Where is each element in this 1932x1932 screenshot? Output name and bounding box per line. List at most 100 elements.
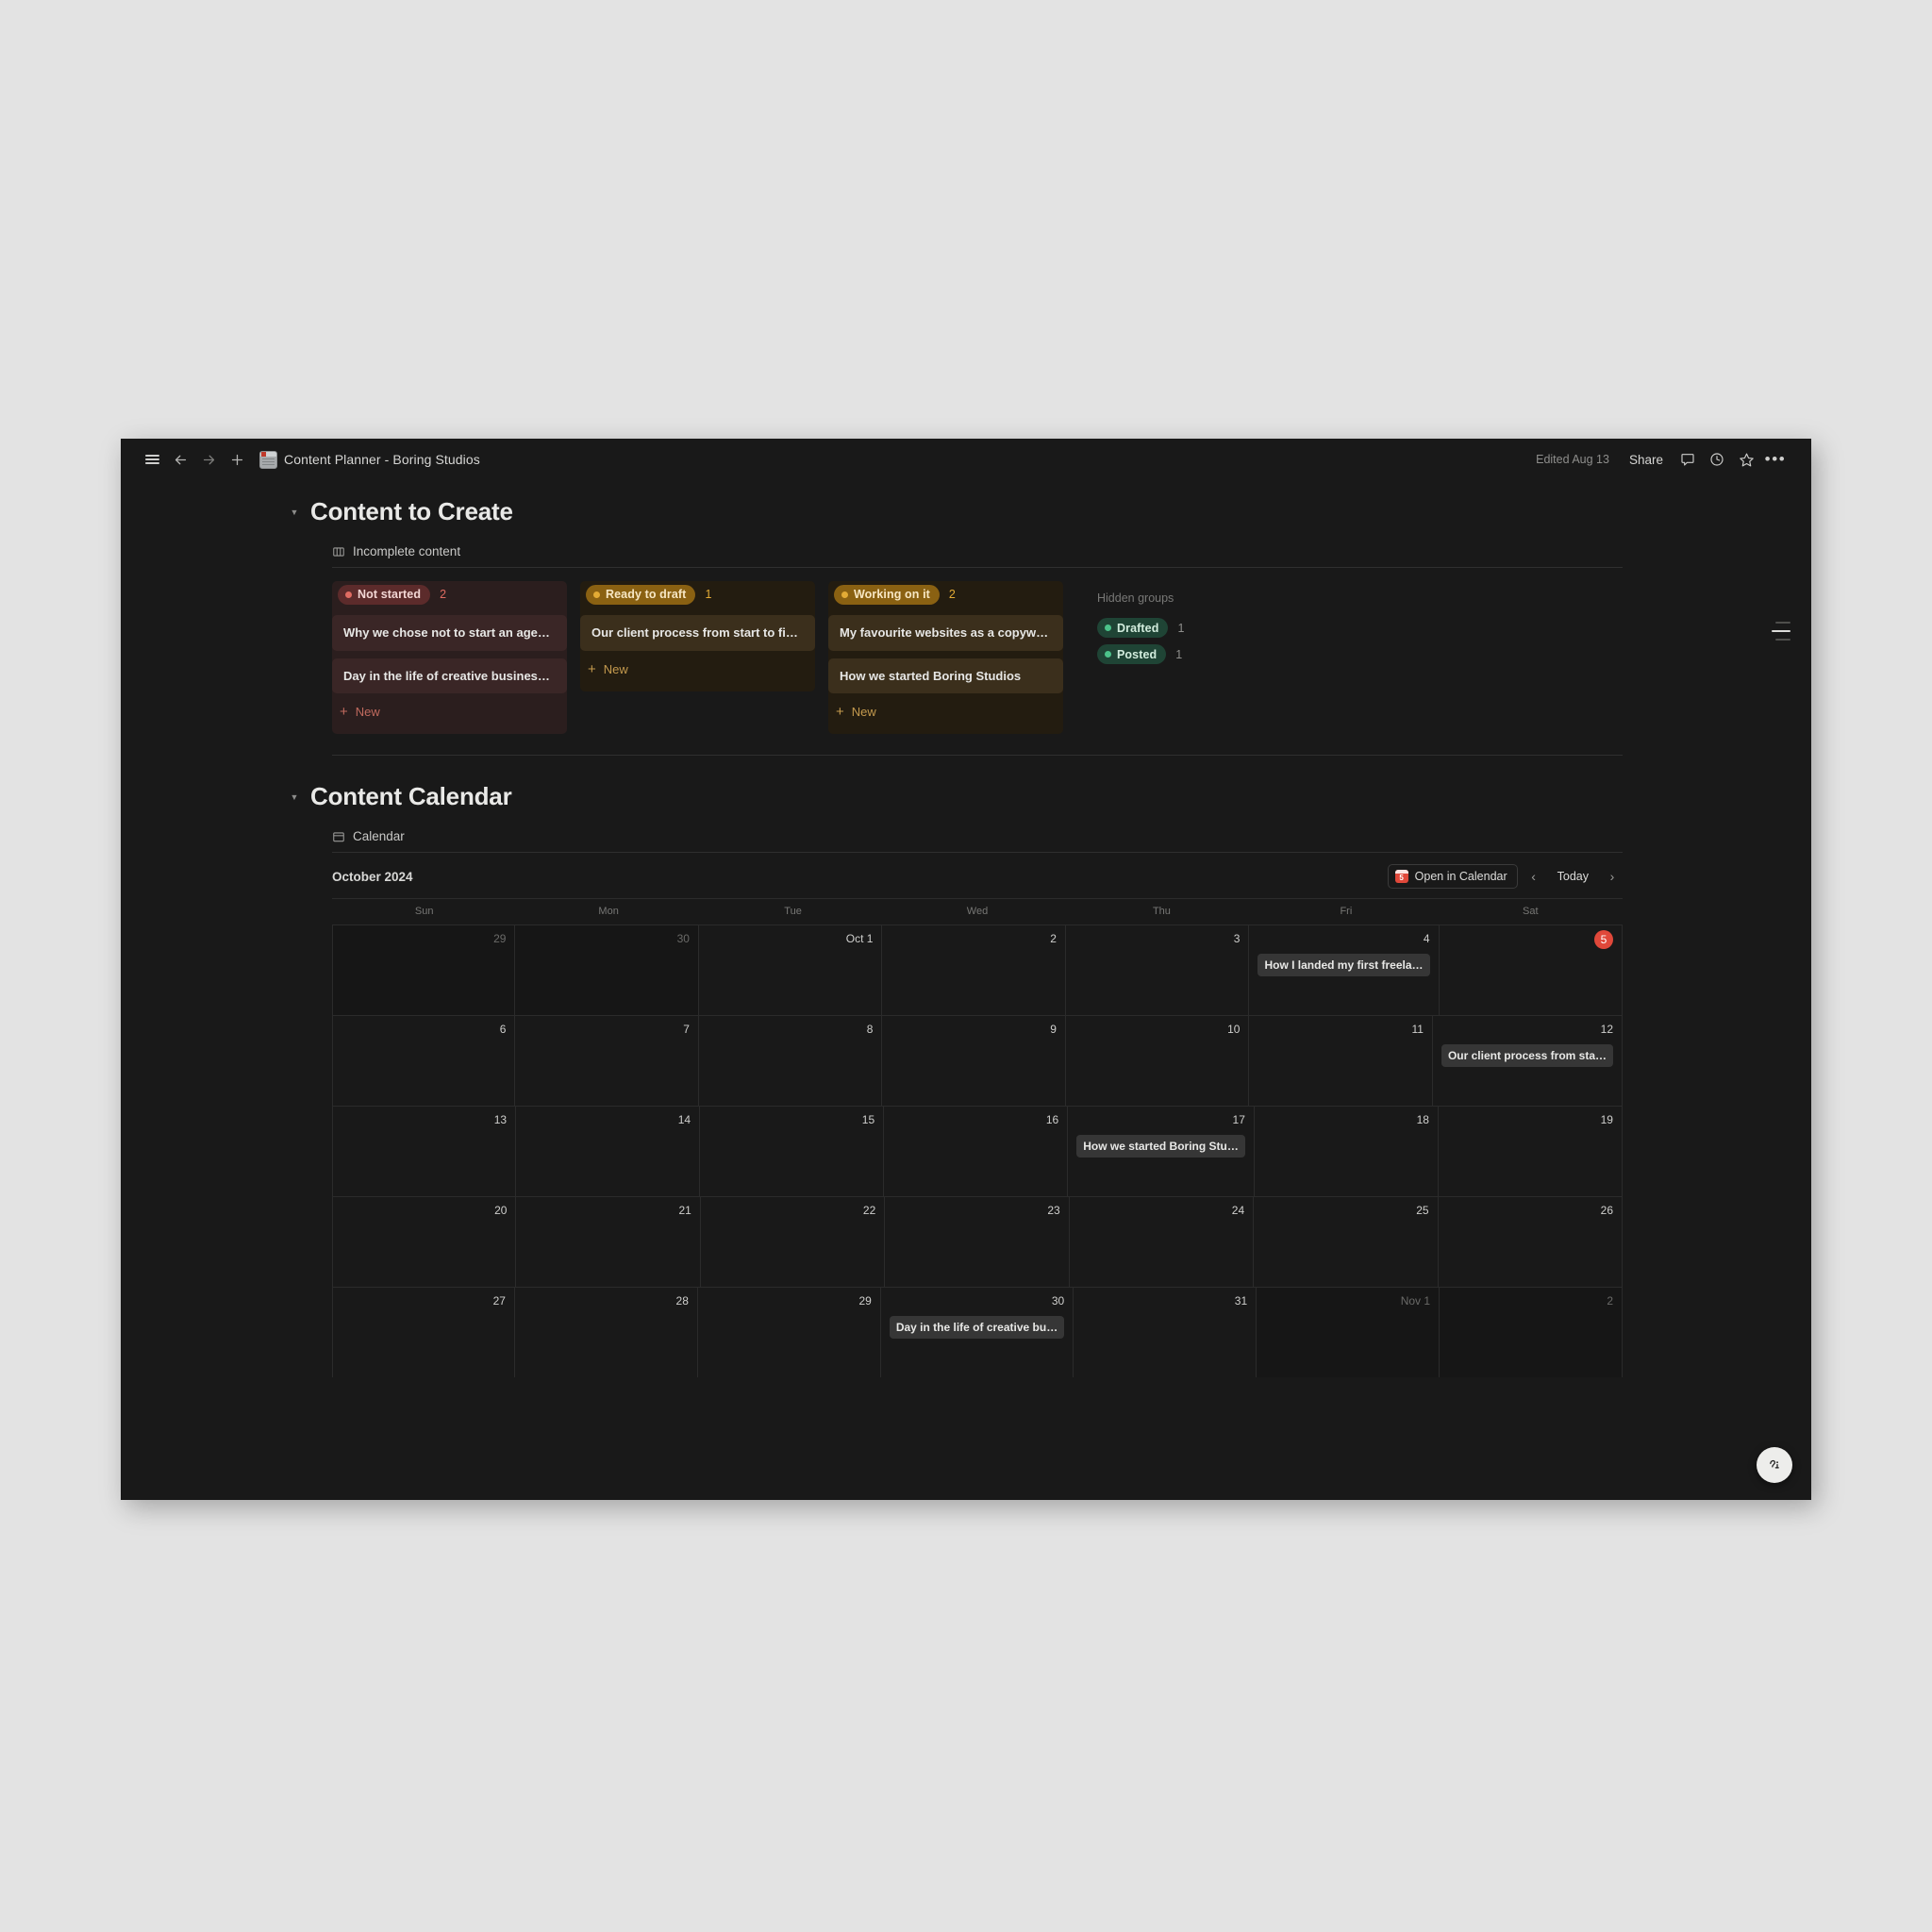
calendar-day-cell[interactable]: 4 How I landed my first freela… bbox=[1249, 925, 1440, 1016]
back-arrow-icon[interactable] bbox=[166, 445, 194, 474]
calendar-day-cell[interactable]: 11 bbox=[1249, 1016, 1433, 1107]
page-title[interactable]: Content Planner - Boring Studios bbox=[284, 452, 480, 467]
page-title-content-calendar: Content Calendar bbox=[310, 782, 512, 811]
share-button[interactable]: Share bbox=[1621, 448, 1672, 472]
add-new-card-button[interactable]: + New bbox=[580, 651, 815, 686]
calendar-month-label: October 2024 bbox=[332, 869, 413, 884]
forward-arrow-icon[interactable] bbox=[194, 445, 223, 474]
calendar-day-number: 4 bbox=[1423, 932, 1430, 946]
calendar-today-button[interactable]: Today bbox=[1550, 866, 1596, 887]
hidden-group-row[interactable]: Drafted 1 bbox=[1097, 618, 1184, 638]
open-in-calendar-button[interactable]: 5 Open in Calendar bbox=[1387, 864, 1518, 890]
calendar-day-cell[interactable]: 10 bbox=[1066, 1016, 1250, 1107]
page-emoji-icon bbox=[259, 450, 277, 469]
calendar-day-cell[interactable]: 30 Day in the life of creative bu… bbox=[881, 1288, 1074, 1378]
kanban-card[interactable]: Our client process from start to finish bbox=[580, 615, 815, 651]
calendar-day-cell[interactable]: 27 bbox=[332, 1288, 515, 1378]
hidden-groups: Hidden groups Drafted 1 Posted 1 bbox=[1097, 581, 1184, 734]
calendar-day-cell[interactable]: 14 bbox=[516, 1107, 701, 1197]
add-new-card-button[interactable]: + New bbox=[332, 693, 567, 728]
kanban-column-header[interactable]: Ready to draft 1 bbox=[580, 581, 815, 608]
calendar-day-number: 13 bbox=[493, 1113, 508, 1127]
status-label: Posted bbox=[1117, 647, 1158, 661]
calendar-day-cell[interactable]: 21 bbox=[516, 1197, 701, 1288]
kanban-column-header[interactable]: Not started 2 bbox=[332, 581, 567, 608]
content-column: ▼ Content to Create Incomplete content N… bbox=[291, 480, 1623, 1378]
calendar-day-header: Sat bbox=[1523, 906, 1539, 918]
status-dot-icon bbox=[841, 591, 848, 598]
plus-icon[interactable] bbox=[223, 445, 251, 474]
collapse-caret-icon[interactable]: ▼ bbox=[287, 790, 302, 805]
calendar-day-cell[interactable]: Nov 1 bbox=[1257, 1288, 1441, 1378]
ai-assistant-face-icon[interactable] bbox=[1757, 1447, 1792, 1483]
calendar-next-button[interactable]: › bbox=[1602, 866, 1623, 887]
calendar-day-cell[interactable]: 16 bbox=[884, 1107, 1069, 1197]
edited-timestamp[interactable]: Edited Aug 13 bbox=[1536, 453, 1609, 466]
calendar-day-cell[interactable]: 3 bbox=[1066, 925, 1250, 1016]
database-title-calendar[interactable]: Calendar bbox=[332, 829, 1623, 843]
kanban-column-body: Not started 2 Why we chose not to start an… bbox=[332, 581, 567, 735]
kanban-column: Not started 2 Why we chose not to start an… bbox=[332, 581, 567, 735]
calendar-day-cell[interactable]: 29 bbox=[698, 1288, 881, 1378]
calendar-day-cell[interactable]: 29 bbox=[332, 925, 516, 1016]
calendar-day-cell[interactable]: 7 bbox=[515, 1016, 699, 1107]
calendar-day-header: Thu bbox=[1152, 906, 1171, 918]
calendar-day-cell[interactable]: 24 bbox=[1070, 1197, 1255, 1288]
page-title-content-to-create: Content to Create bbox=[310, 497, 513, 525]
database-title-incomplete-content[interactable]: Incomplete content bbox=[332, 544, 1623, 558]
calendar-day-cell[interactable]: 31 bbox=[1074, 1288, 1257, 1378]
star-icon[interactable] bbox=[1733, 446, 1759, 473]
kanban-column-header[interactable]: Working on it 2 bbox=[828, 581, 1063, 608]
calendar-day-number: 25 bbox=[1416, 1204, 1429, 1218]
calendar-day-cell[interactable]: 30 bbox=[515, 925, 699, 1016]
calendar-day-cell[interactable]: 12 Our client process from sta… bbox=[1433, 1016, 1623, 1107]
calendar-day-cell[interactable]: 23 bbox=[885, 1197, 1070, 1288]
calendar-event[interactable]: Our client process from sta… bbox=[1441, 1044, 1613, 1068]
calendar-day-cell[interactable]: 8 bbox=[699, 1016, 883, 1107]
more-options-button[interactable]: ••• bbox=[1762, 446, 1789, 473]
kanban-card[interactable]: Day in the life of creative business own… bbox=[332, 658, 567, 694]
calendar-day-cell[interactable]: 22 bbox=[701, 1197, 886, 1288]
calendar-prev-button[interactable]: ‹ bbox=[1524, 866, 1544, 887]
section-heading-content-to-create: ▼ Content to Create bbox=[287, 497, 1623, 526]
calendar-event[interactable]: How we started Boring Stu… bbox=[1076, 1135, 1245, 1158]
calendar-day-cell[interactable]: 19 bbox=[1439, 1107, 1623, 1197]
calendar-event[interactable]: Day in the life of creative bu… bbox=[889, 1316, 1065, 1340]
status-badge: Drafted bbox=[1097, 618, 1169, 638]
add-new-card-button[interactable]: + New bbox=[828, 693, 1063, 728]
calendar-day-cell[interactable]: 13 bbox=[332, 1107, 517, 1197]
clock-history-icon[interactable] bbox=[1704, 446, 1730, 473]
calendar-day-cell[interactable]: 17 How we started Boring Stu… bbox=[1068, 1107, 1255, 1197]
hamburger-menu-icon[interactable] bbox=[138, 445, 166, 474]
collapse-caret-icon[interactable]: ▼ bbox=[287, 505, 302, 520]
calendar-day-cell[interactable]: 15 bbox=[700, 1107, 885, 1197]
divider bbox=[332, 755, 1623, 757]
calendar-day-number: 20 bbox=[494, 1204, 508, 1218]
calendar-day-cell[interactable]: 25 bbox=[1254, 1197, 1439, 1288]
calendar-day-cell[interactable]: 28 bbox=[515, 1288, 698, 1378]
today-badge: 5 bbox=[1594, 930, 1613, 950]
comment-icon[interactable] bbox=[1674, 446, 1701, 473]
calendar-event[interactable]: How I landed my first freela… bbox=[1257, 954, 1430, 977]
add-new-label: New bbox=[851, 705, 876, 720]
page-body: ▼ Content to Create Incomplete content N… bbox=[121, 480, 1811, 1500]
calendar-day-cell[interactable]: 2 bbox=[882, 925, 1066, 1016]
calendar-day-cell[interactable]: 26 bbox=[1439, 1197, 1623, 1288]
status-label: Working on it bbox=[854, 588, 930, 601]
calendar-day-number: 14 bbox=[677, 1113, 691, 1127]
calendar-day-number: 7 bbox=[683, 1023, 690, 1037]
calendar-day-cell[interactable]: Oct 1 bbox=[699, 925, 883, 1016]
topbar-right-controls: Edited Aug 13 Share ••• bbox=[1536, 446, 1789, 473]
kanban-card[interactable]: My favourite websites as a copywriter bbox=[828, 615, 1063, 651]
calendar-day-cell[interactable]: 6 bbox=[332, 1016, 516, 1107]
calendar-day-cell[interactable]: 20 bbox=[332, 1197, 517, 1288]
calendar-day-cell[interactable]: 9 bbox=[882, 1016, 1066, 1107]
table-of-contents-icon[interactable] bbox=[1772, 622, 1790, 641]
calendar-day-cell[interactable]: 5 bbox=[1440, 925, 1623, 1016]
status-label: Ready to draft bbox=[606, 588, 687, 601]
calendar-day-cell[interactable]: 2 bbox=[1440, 1288, 1623, 1378]
hidden-group-row[interactable]: Posted 1 bbox=[1097, 644, 1184, 664]
kanban-card[interactable]: Why we chose not to start an agency bbox=[332, 615, 567, 651]
calendar-day-cell[interactable]: 18 bbox=[1255, 1107, 1439, 1197]
kanban-card[interactable]: How we started Boring Studios bbox=[828, 658, 1063, 694]
